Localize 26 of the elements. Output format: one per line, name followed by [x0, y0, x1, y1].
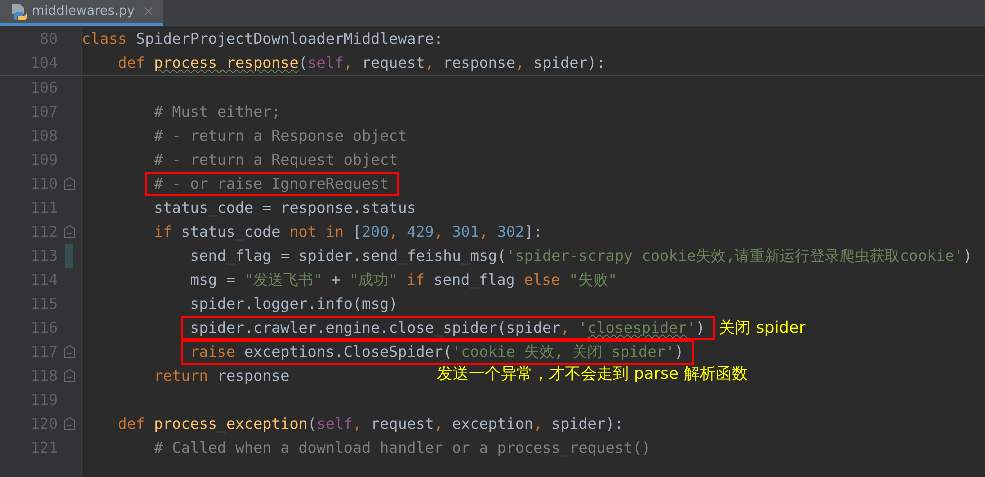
- python-file-icon: [10, 2, 28, 20]
- code-line: msg = "发送飞书" + "成功" if send_flag else "失败": [189, 270, 618, 290]
- code-line: def process_response(self, request, response, spider):: [117, 54, 606, 72]
- code-line: if status_code not in [200, 429, 301, 302]:: [153, 223, 543, 241]
- fold-icon[interactable]: [64, 417, 76, 431]
- code-line: # - return a Response object: [153, 127, 408, 145]
- code-line: # - or raise IgnoreRequest: [154, 175, 390, 193]
- code-line: status_code = response.status: [153, 199, 416, 217]
- code-line: spider.crawler.engine.close_spider(spider, 'closespider'): [190, 319, 706, 337]
- fold-icon[interactable]: [64, 369, 76, 383]
- code-line: class SpiderProjectDownloaderMiddleware:: [82, 30, 444, 48]
- tab-label: middlewares.py: [32, 4, 135, 19]
- file-tab[interactable]: middlewares.py ×: [0, 0, 163, 26]
- code-line: # Must either;: [153, 103, 281, 121]
- annotation-text: 发送一个异常，才不会走到 parse 解析函数: [437, 364, 748, 385]
- code-line: send_flag = spider.send_feishu_msg('spider-scrapy cookie失效,请重新运行登录爬虫获取cookie'): [189, 246, 972, 266]
- code-line: return response: [153, 367, 290, 385]
- fold-icon[interactable]: [64, 177, 76, 191]
- code-line: # - return a Request object: [153, 151, 398, 169]
- annotation-text: 关闭 spider: [719, 318, 806, 338]
- fold-icon[interactable]: [64, 345, 76, 359]
- code-line: spider.logger.info(msg): [189, 295, 398, 313]
- fold-icon[interactable]: [64, 225, 76, 239]
- code-line: def process_exception(self, request, exception, spider):: [117, 415, 624, 433]
- code-line: # Called when a download handler or a process_request(): [153, 439, 651, 457]
- code-line: raise exceptions.CloseSpider('cookie 失效, 关闭 spider'): [190, 342, 684, 360]
